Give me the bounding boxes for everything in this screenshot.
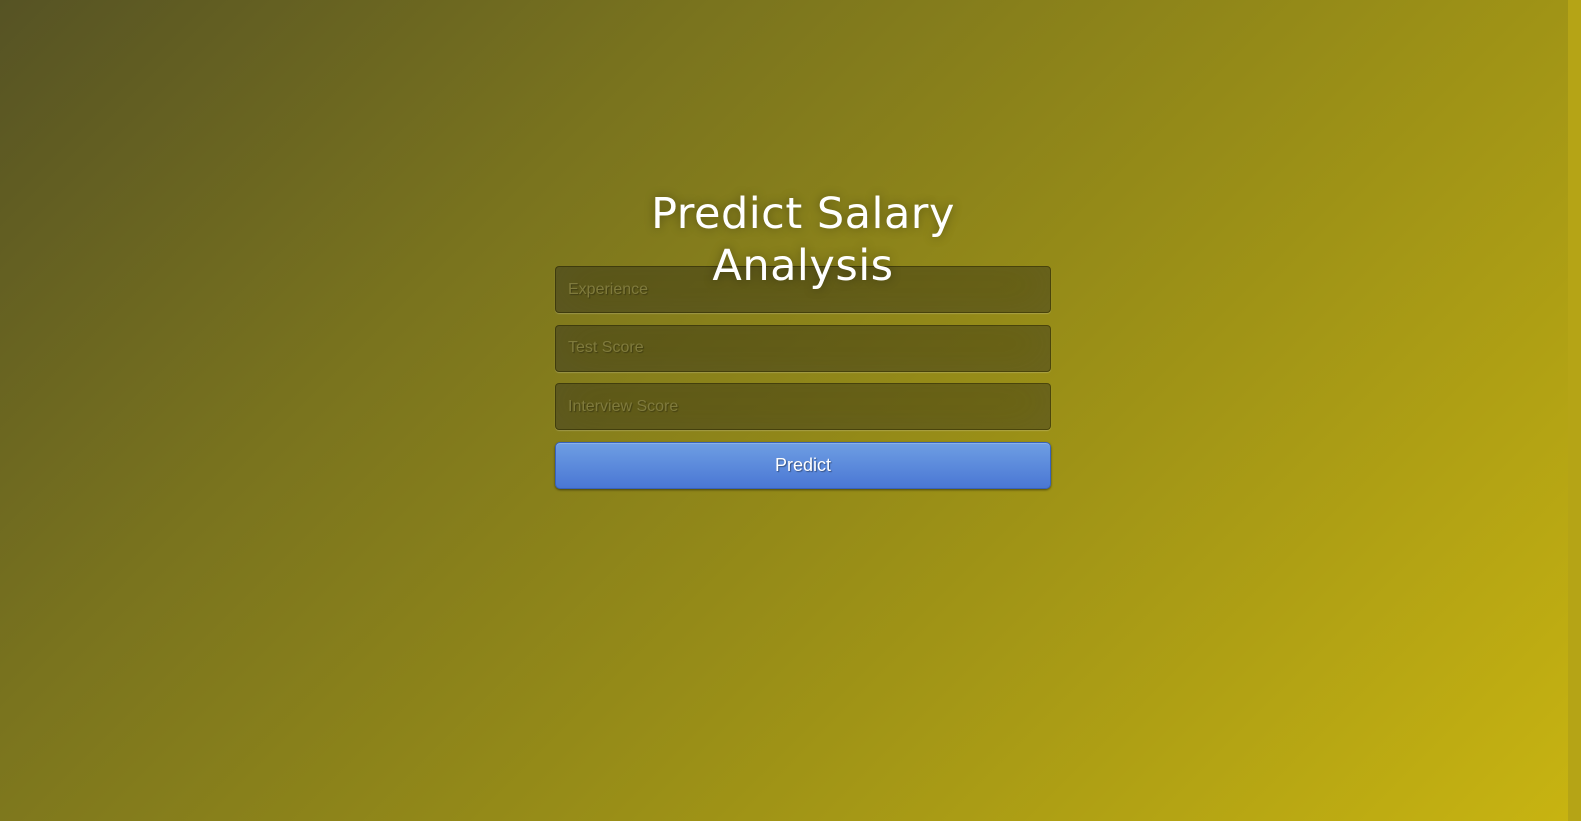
page-scrollbar[interactable] xyxy=(1568,0,1581,821)
interview-score-input[interactable] xyxy=(555,383,1051,430)
predict-button[interactable]: Predict xyxy=(555,441,1051,489)
page-title: Predict Salary Analysis xyxy=(651,189,955,291)
predict-form: Predict xyxy=(555,266,1051,489)
test-score-input[interactable] xyxy=(555,324,1051,372)
predict-form-container: Predict Salary Analysis Predict xyxy=(555,188,1051,489)
